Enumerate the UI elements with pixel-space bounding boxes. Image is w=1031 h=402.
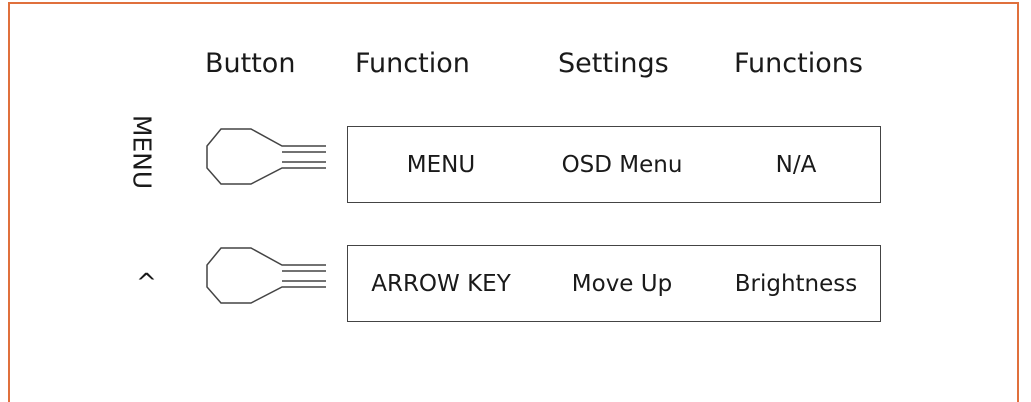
up-side-label: ^ [136,268,157,297]
menu-function-cell: MENU [406,151,476,178]
header-functions: Functions [734,48,863,79]
header-button: Button [205,48,296,79]
up-row-box: ARROW KEY Move Up Brightness [347,245,881,322]
menu-functions-cell: N/A [775,151,817,178]
menu-row-box: MENU OSD Menu N/A [347,126,881,203]
up-function-cell: ARROW KEY [371,270,511,297]
header-function: Function [355,48,470,79]
header-settings: Settings [558,48,669,79]
menu-button-key-icon [206,128,326,185]
up-setting-cell: Move Up [571,270,673,297]
menu-setting-cell: OSD Menu [561,151,683,178]
menu-side-label: MENU [127,114,157,190]
up-button-key-icon [206,247,326,304]
up-functions-cell: Brightness [734,270,858,297]
